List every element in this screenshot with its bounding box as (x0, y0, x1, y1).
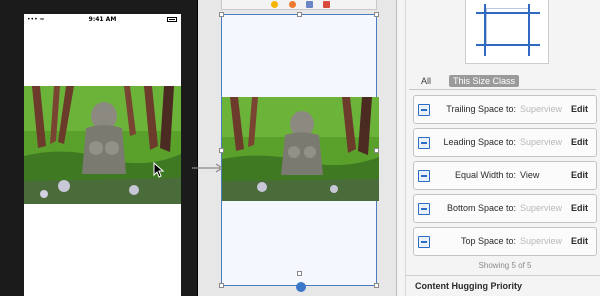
constraint-row-equal-width[interactable]: Equal Width to: View Edit (413, 161, 597, 190)
leading-space-icon (418, 137, 430, 149)
constraint-row-bottom-space[interactable]: Bottom Space to: Superview Edit (413, 194, 597, 223)
storyboard-reference-icon[interactable] (323, 1, 330, 8)
status-bar: ••• ≈ 9:41 AM (24, 14, 181, 26)
bottom-space-icon (418, 203, 430, 215)
edit-button[interactable]: Edit (571, 137, 588, 147)
edit-button[interactable]: Edit (571, 203, 588, 213)
constraint-target: Superview (520, 203, 563, 213)
scroll-knob[interactable] (296, 282, 306, 292)
constraint-target: Superview (520, 236, 563, 246)
mouse-pointer-icon (153, 162, 165, 178)
resize-handle-bottom-left[interactable] (219, 283, 224, 288)
constraint-target: Superview (520, 104, 563, 114)
trailing-space-icon (418, 104, 430, 116)
iphone-simulator: ••• ≈ 9:41 AM (0, 0, 198, 296)
simulator-screen: ••• ≈ 9:41 AM (24, 14, 181, 296)
constraint-label: Leading Space to: (443, 137, 516, 147)
section-separator (405, 275, 600, 276)
resize-handle-bottom[interactable] (297, 271, 302, 276)
size-inspector: All This Size Class Trailing Space to: S… (396, 0, 600, 296)
equal-width-icon (418, 170, 430, 182)
view-controller-icon[interactable] (271, 1, 278, 8)
diagram-trailing-line (528, 4, 530, 56)
constraint-target: View (520, 170, 540, 180)
constraint-label: Equal Width to: (454, 170, 516, 180)
scene-dock (221, 0, 377, 10)
diagram-leading-line (484, 4, 486, 56)
resize-handle-right[interactable] (374, 148, 379, 153)
constraint-row-top-space[interactable]: Top Space to: Superview Edit (413, 227, 597, 256)
image-view-statue-photo[interactable] (24, 86, 181, 204)
status-time: 9:41 AM (88, 16, 117, 23)
inspector-edge (405, 0, 406, 296)
resize-handle-bottom-right[interactable] (374, 283, 379, 288)
battery-icon (167, 17, 177, 22)
exit-icon[interactable] (306, 1, 313, 8)
constraint-target: Superview (520, 137, 563, 147)
resize-handle-left[interactable] (219, 148, 224, 153)
view-controller-scene[interactable] (192, 12, 379, 292)
resize-handle-top-right[interactable] (374, 12, 379, 17)
section-title-content-hugging[interactable]: Content Hugging Priority (415, 281, 522, 291)
top-space-icon (418, 236, 430, 248)
edit-button[interactable]: Edit (571, 236, 588, 246)
first-responder-icon[interactable] (289, 1, 296, 8)
storyboard-canvas[interactable] (192, 0, 395, 296)
edit-button[interactable]: Edit (571, 170, 588, 180)
initial-view-controller-arrow-icon (192, 163, 224, 173)
resize-handle-top-left[interactable] (219, 12, 224, 17)
constraint-label: Bottom Space to: (446, 203, 516, 213)
filter-all-tab[interactable]: All (421, 76, 431, 86)
constraint-row-trailing-space[interactable]: Trailing Space to: Superview Edit (413, 95, 597, 124)
constraint-label: Top Space to: (460, 236, 516, 246)
constraint-label: Trailing Space to: (446, 104, 516, 114)
constraint-count: Showing 5 of 5 (478, 261, 532, 270)
image-view-selected[interactable] (222, 97, 379, 201)
divider (409, 89, 596, 90)
filter-size-class-tab[interactable]: This Size Class (449, 75, 519, 87)
constraint-row-leading-space[interactable]: Leading Space to: Superview Edit (413, 128, 597, 157)
constraints-diagram (465, 0, 549, 64)
resize-handle-top[interactable] (297, 12, 302, 17)
edit-button[interactable]: Edit (571, 104, 588, 114)
